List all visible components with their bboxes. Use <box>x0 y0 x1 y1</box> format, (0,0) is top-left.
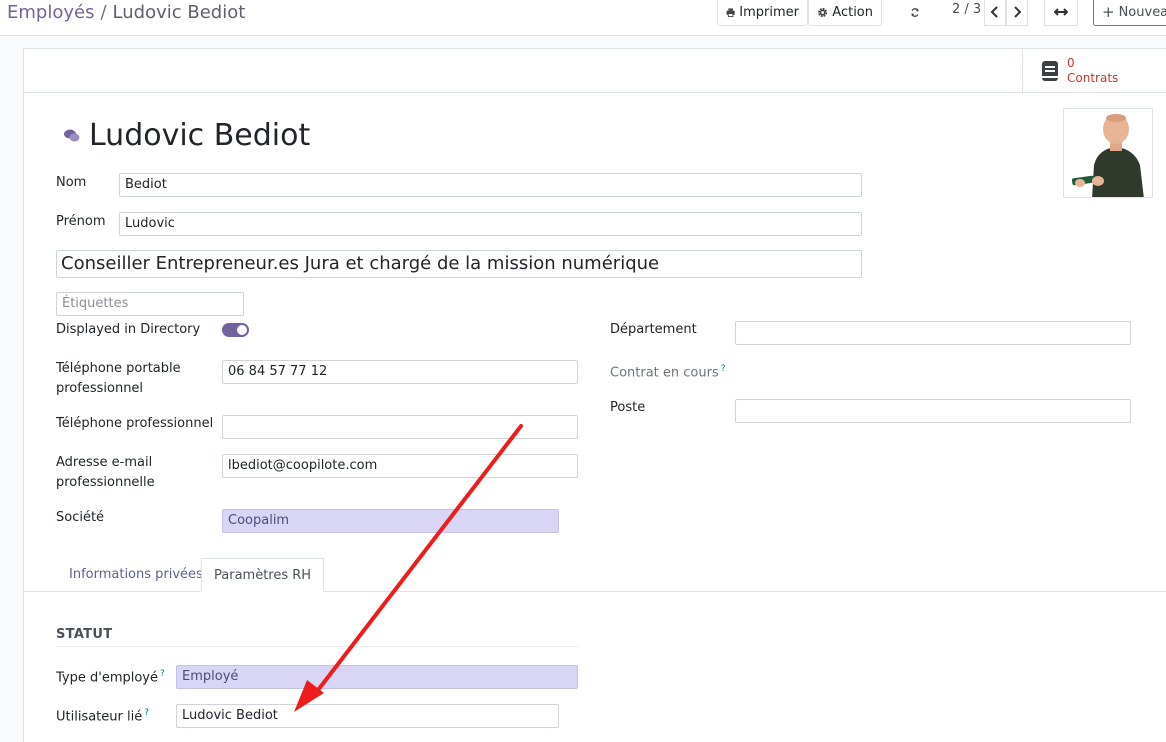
section-divider <box>56 646 578 647</box>
employee-type-select[interactable]: Employé <box>176 665 578 689</box>
comments-icon[interactable] <box>63 127 81 145</box>
tags-input[interactable]: Étiquettes <box>56 292 244 316</box>
contracts-label: Contrats <box>1067 71 1119 85</box>
action-label: Action <box>832 4 873 20</box>
mobile-label-line1: Téléphone portable <box>56 361 181 376</box>
directory-toggle[interactable] <box>222 323 249 337</box>
help-tooltip-icon[interactable]: ? <box>160 669 165 679</box>
notebook-tabs: Informations privées Paramètres RH <box>24 558 1166 592</box>
related-user-label: Utilisateur lié? <box>56 703 149 727</box>
employee-type-label: Type d'employé? <box>56 664 165 688</box>
chevron-right-icon <box>1014 6 1022 18</box>
expand-button[interactable] <box>1044 0 1078 26</box>
breadcrumb-current: Ludovic Bediot <box>112 2 246 23</box>
nom-input[interactable]: Bediot <box>119 173 862 197</box>
nom-label: Nom <box>56 175 87 190</box>
contract-label-text: Contrat en cours <box>610 365 719 381</box>
employee-title: Ludovic Bediot <box>63 118 310 153</box>
contracts-smart-button[interactable]: 0 Contrats <box>1022 49 1166 93</box>
refresh-icon <box>911 7 919 17</box>
action-button[interactable]: Action <box>808 0 882 26</box>
pager-value[interactable]: 2 / 3 <box>952 2 981 17</box>
gear-icon <box>818 7 828 17</box>
related-user-input[interactable]: Ludovic Bediot <box>176 704 559 728</box>
company-label: Société <box>56 510 105 525</box>
pager-next-button[interactable] <box>1006 0 1028 26</box>
work-email-input[interactable]: lbediot@coopilote.com <box>222 454 578 478</box>
refresh-button[interactable] <box>902 0 928 26</box>
job-title-input[interactable]: Conseiller Entrepreneur.es Jura et charg… <box>56 250 862 278</box>
company-select[interactable]: Coopalim <box>222 509 559 533</box>
plus-icon: + <box>1102 3 1115 21</box>
contract-label: Contrat en cours? <box>610 359 726 383</box>
expand-icon <box>1054 8 1068 16</box>
position-select[interactable] <box>735 399 1131 423</box>
tab-private-info[interactable]: Informations privées <box>57 558 215 592</box>
print-label: Imprimer <box>739 4 799 20</box>
help-tooltip-icon[interactable]: ? <box>144 708 149 718</box>
work-phone-input[interactable] <box>222 415 578 439</box>
employee-photo[interactable] <box>1063 108 1153 198</box>
print-button[interactable]: Imprimer <box>717 0 808 26</box>
tab-hr-settings[interactable]: Paramètres RH <box>201 558 325 592</box>
related-user-label-text: Utilisateur lié <box>56 709 143 725</box>
book-icon <box>1042 61 1058 81</box>
breadcrumb-separator: / <box>100 2 107 23</box>
new-label: Nouveau <box>1118 4 1166 20</box>
email-label-line1: Adresse e-mail <box>56 455 153 470</box>
mobile-phone-input[interactable]: 06 84 57 77 12 <box>222 360 578 384</box>
department-label: Département <box>610 322 697 337</box>
employee-avatar-image <box>1064 109 1152 197</box>
help-tooltip-icon[interactable]: ? <box>721 364 726 374</box>
control-panel: Employés / Ludovic Bediot Imprimer Actio… <box>0 0 1166 36</box>
prenom-label: Prénom <box>56 214 106 229</box>
employee-type-label-text: Type d'employé <box>56 670 158 686</box>
chevron-left-icon <box>990 6 998 18</box>
print-icon <box>726 7 735 17</box>
directory-label: Displayed in Directory <box>56 322 201 337</box>
breadcrumb: Employés / Ludovic Bediot <box>7 2 245 23</box>
smart-button-box: 0 Contrats <box>24 49 1166 93</box>
mobile-label-line2: professionnel <box>56 381 144 396</box>
email-label-line2: professionnelle <box>56 475 155 490</box>
employee-name: Ludovic Bediot <box>89 118 311 153</box>
pager-previous-button[interactable] <box>984 0 1006 26</box>
department-select[interactable] <box>735 321 1131 345</box>
breadcrumb-employees-link[interactable]: Employés <box>7 2 94 23</box>
work-phone-label: Téléphone professionnel <box>56 416 214 431</box>
prenom-input[interactable]: Ludovic <box>119 212 862 236</box>
position-label: Poste <box>610 400 646 415</box>
new-button[interactable]: + Nouveau <box>1093 0 1166 26</box>
statut-section-title: STATUT <box>56 627 113 642</box>
contracts-count: 0 <box>1067 56 1075 70</box>
